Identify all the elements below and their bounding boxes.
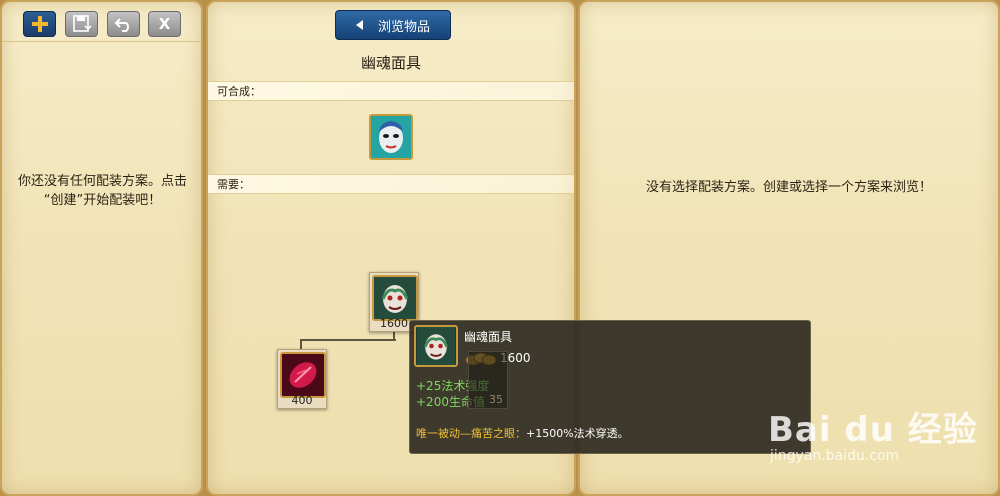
ruby-crystal-icon	[282, 354, 324, 396]
craftable-section-bar: 可合成：	[208, 81, 574, 101]
tooltip-item-icon-frame	[414, 325, 458, 367]
no-build-message-line2: “创建”开始配装吧！	[43, 193, 162, 208]
mask-item-icon	[371, 116, 411, 158]
baidu-watermark: Bai du 经验 jingyan.baidu.com	[764, 390, 994, 480]
browse-items-tab[interactable]: 浏览物品	[335, 10, 451, 40]
tooltip-item-name: 幽魂面具	[464, 330, 513, 344]
haunting-mask-icon	[374, 277, 416, 319]
undo-button[interactable]	[107, 11, 140, 37]
tree-child2-price: 35	[489, 393, 503, 406]
tree-connector-horizontal	[300, 339, 396, 341]
undo-icon	[114, 18, 129, 32]
no-build-message-line1: 你还没有任何配装方案。点击	[17, 174, 187, 189]
tooltip-passive-text: +1500%法术穿透。	[526, 427, 629, 440]
item-tooltip: 幽魂面具 1600 +25法术强度 +200生命值 唯一被动—痛苦之眼：+150…	[409, 320, 811, 454]
tree-child-item-icon-frame	[280, 352, 326, 398]
build-toolbar: X	[2, 2, 201, 42]
baidu-url: jingyan.baidu.com	[770, 448, 900, 464]
no-selection-message: 没有选择配装方案。创建或选择一个方案来浏览！	[645, 180, 932, 195]
requires-section-bar: 需要：	[208, 174, 574, 194]
build-list-panel: X 你还没有任何配装方案。点击 “创建”开始配装吧！	[0, 0, 203, 496]
tooltip-passive-label: 唯一被动—痛苦之眼：	[416, 427, 526, 440]
requires-label: 需要：	[217, 178, 250, 191]
save-build-button[interactable]	[65, 11, 98, 37]
crafted-item-slot[interactable]	[369, 114, 413, 160]
close-icon: X	[158, 15, 171, 33]
baidu-logo: Bai du 经验	[768, 410, 978, 450]
tree-child-item[interactable]: 400	[277, 349, 327, 409]
save-icon	[72, 15, 92, 32]
craftable-label: 可合成：	[217, 85, 261, 98]
no-build-message: 你还没有任何配装方案。点击 “创建”开始配装吧！	[10, 172, 195, 210]
item-title: 幽魂面具	[360, 54, 421, 72]
tooltip-passive: 唯一被动—痛苦之眼：+1500%法术穿透。	[416, 425, 629, 441]
delete-build-button[interactable]: X	[148, 11, 181, 37]
plus-icon	[31, 16, 48, 32]
tree-child-price: 400	[291, 394, 313, 407]
haunting-mask-icon	[417, 327, 455, 365]
browse-items-label: 浏览物品	[377, 19, 430, 35]
back-arrow-icon	[355, 20, 363, 30]
tree-root-item-icon-frame	[372, 275, 418, 321]
add-build-button[interactable]	[23, 11, 56, 37]
tree-child2-item[interactable]: 35	[468, 351, 508, 409]
